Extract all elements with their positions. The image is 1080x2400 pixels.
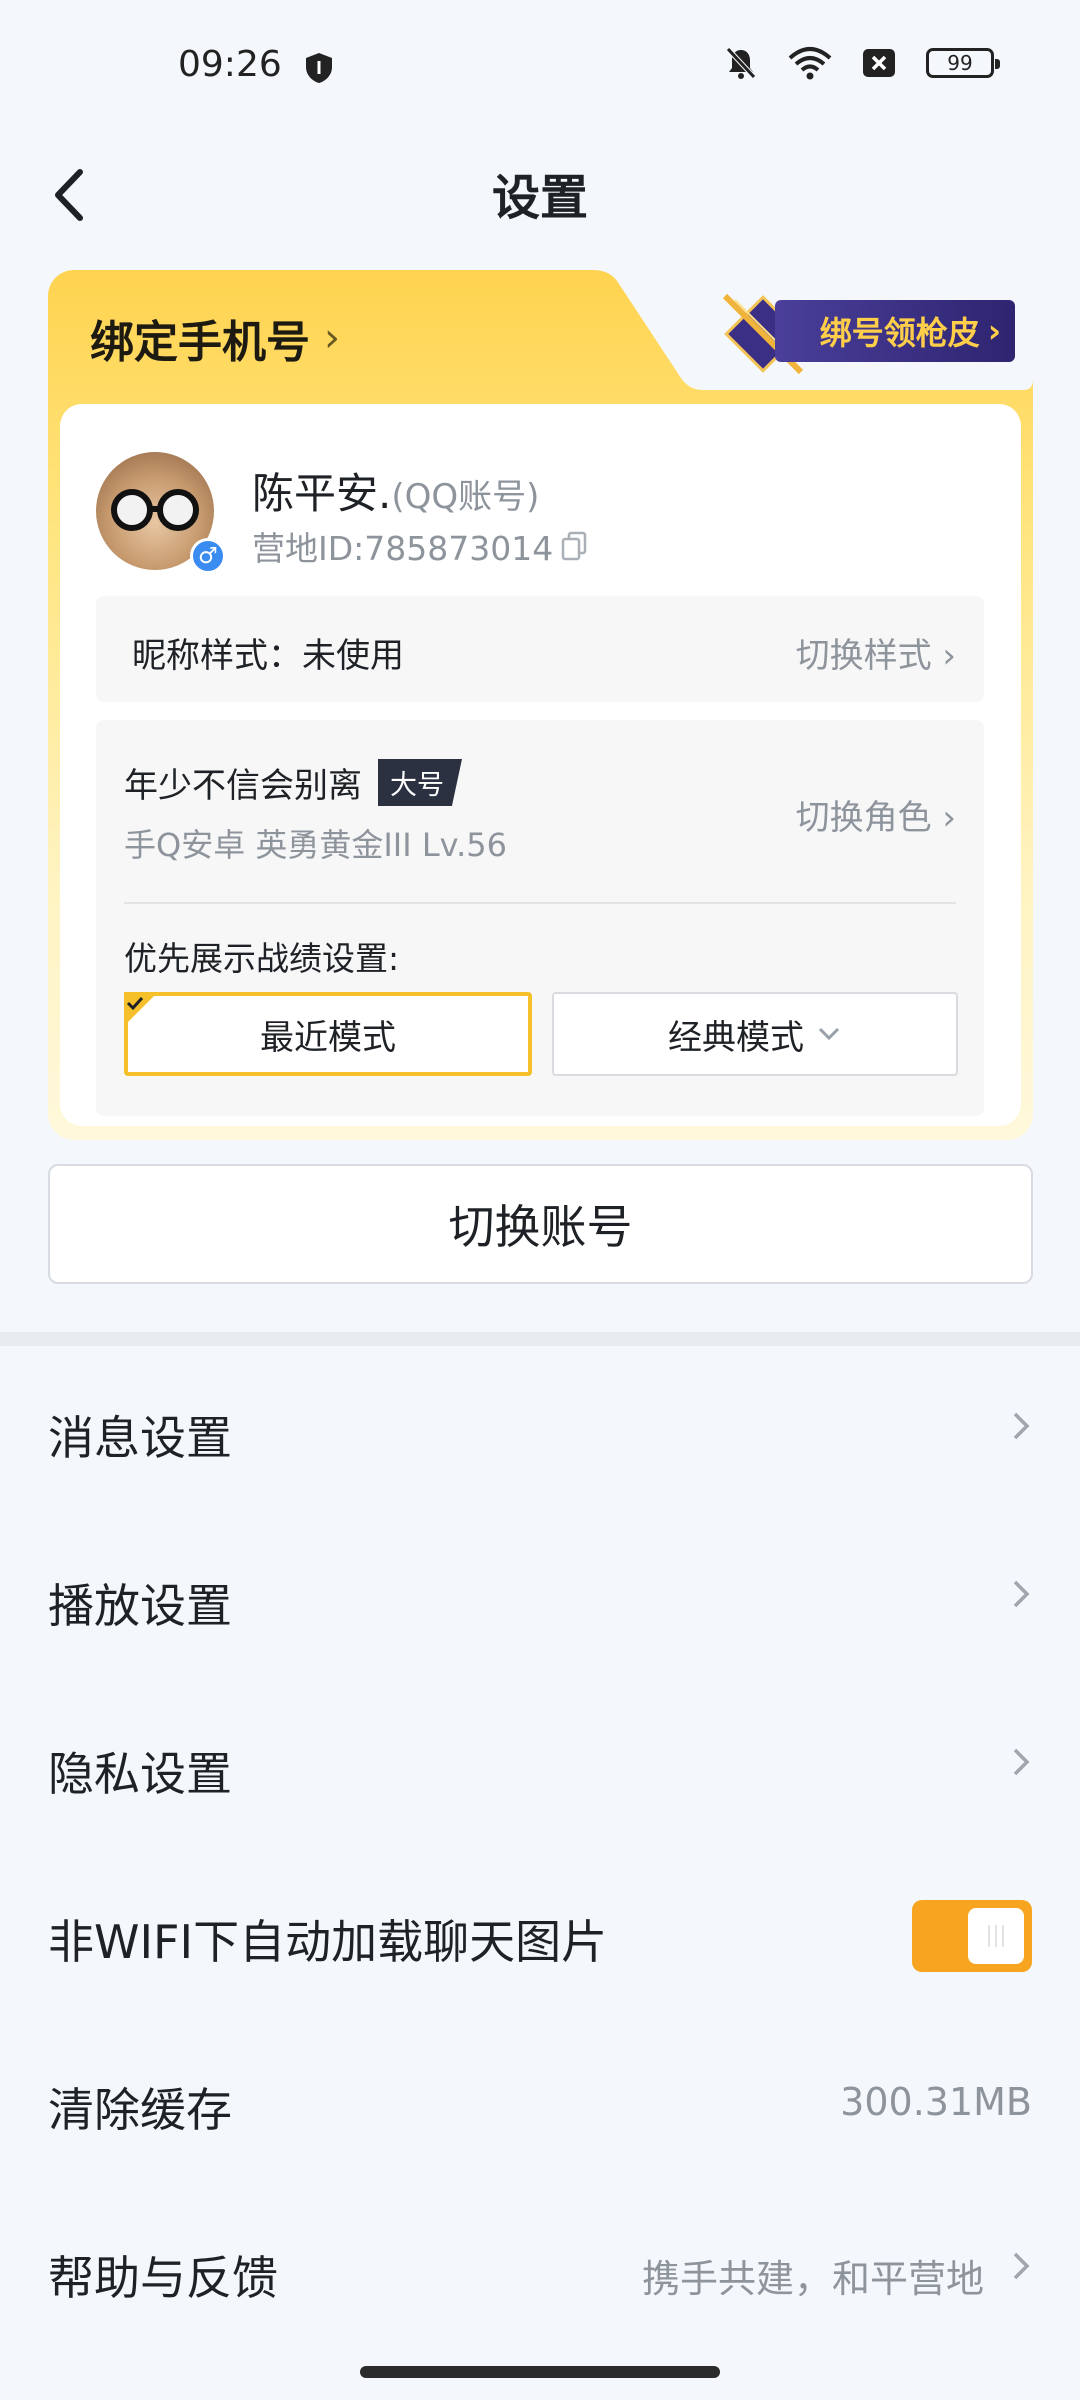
copy-icon[interactable] (561, 531, 587, 561)
nickname-style-row[interactable]: 昵称样式：未使用 切换样式 › (96, 596, 984, 702)
switch-account-button[interactable]: 切换账号 (48, 1164, 1033, 1284)
help-feedback-slogan: 携手共建，和平营地 (641, 2257, 984, 2301)
bind-phone-link[interactable]: 绑定手机号 › (90, 306, 340, 370)
account-card-body: ♂ 陈平安.(QQ账号) 营地ID:785873014 昵称样式：未使用 切换样… (60, 404, 1021, 1126)
shield-icon (306, 53, 332, 83)
gender-male-icon: ♂ (190, 538, 226, 574)
status-time: 09:26 (178, 44, 282, 85)
bind-phone-chevron-icon: › (324, 315, 340, 361)
section-divider (0, 1332, 1080, 1346)
switch-style-link[interactable]: 切换样式 › (796, 628, 956, 677)
account-card: 绑定手机号 › 绑号领枪皮 › ♂ 陈平安.(QQ账号) 营地ID:785873… (48, 270, 1033, 1140)
role-name-line: 年少不信会别离 大号 (124, 758, 462, 807)
sim-x-icon (863, 49, 895, 77)
battery-icon: 99 (926, 48, 1000, 78)
bind-phone-label: 绑定手机号 (90, 317, 310, 368)
help-feedback-label: 帮助与反馈 (48, 2251, 278, 2305)
clear-cache-label: 清除缓存 (48, 2083, 232, 2137)
user-name-line: 陈平安.(QQ账号) (252, 460, 539, 521)
main-account-badge: 大号 (378, 759, 462, 806)
chevron-right-icon (1013, 1412, 1030, 1440)
toggle-knob (968, 1908, 1024, 1964)
bell-off-icon (726, 47, 756, 79)
cache-size: 300.31MB (840, 2080, 1032, 2124)
playback-settings-label: 播放设置 (48, 1579, 232, 1633)
chevron-down-icon (818, 1027, 840, 1041)
account-type: (QQ账号) (391, 477, 540, 517)
chevron-right-icon (1013, 1580, 1030, 1608)
header: 设置 (0, 140, 1080, 250)
settings-row-message[interactable]: 消息设置 (0, 1346, 1080, 1514)
role-panel: 年少不信会别离 大号 手Q安卓 英勇黄金III Lv.56 切换角色 › 优先展… (96, 720, 984, 1116)
message-settings-label: 消息设置 (48, 1411, 232, 1465)
settings-row-privacy[interactable]: 隐私设置 (0, 1682, 1080, 1850)
nickname-style-label: 昵称样式：未使用 (132, 636, 404, 676)
promo-label: 绑号领枪皮 (819, 314, 980, 352)
promo-bind-reward-button[interactable]: 绑号领枪皮 › (775, 300, 1015, 362)
chevron-right-icon (1013, 2252, 1030, 2280)
chevron-right-icon (1013, 1748, 1030, 1776)
home-indicator[interactable] (360, 2366, 720, 2378)
settings-list: 消息设置 播放设置 隐私设置 非WIFI下自动加载聊天图片 清除缓存 300.3… (0, 1346, 1080, 2354)
recent-mode-button[interactable]: 最近模式 (124, 992, 532, 1076)
selected-check-icon (124, 992, 158, 1026)
promo-chevron-icon: › (987, 312, 1001, 350)
settings-row-help-feedback[interactable]: 帮助与反馈 携手共建，和平营地 (0, 2186, 1080, 2354)
page-title: 设置 (491, 170, 588, 226)
user-name: 陈平安. (252, 469, 392, 518)
status-bar: 09:26 99 (0, 0, 1080, 140)
record-preference-label: 优先展示战绩设置: (124, 939, 400, 978)
auto-load-images-label: 非WIFI下自动加载聊天图片 (48, 1915, 608, 1969)
settings-row-auto-load-images: 非WIFI下自动加载聊天图片 (0, 1850, 1080, 2018)
divider (124, 902, 956, 904)
classic-mode-label: 经典模式 (668, 1017, 804, 1058)
recent-mode-label: 最近模式 (260, 1017, 396, 1058)
auto-load-images-toggle[interactable] (912, 1900, 1032, 1972)
camp-id-line: 营地ID:785873014 (252, 522, 587, 570)
battery-level: 99 (947, 51, 973, 75)
role-details: 手Q安卓 英勇黄金III Lv.56 (124, 826, 508, 864)
classic-mode-dropdown[interactable]: 经典模式 (552, 992, 958, 1076)
goggles-decoration (111, 489, 199, 531)
privacy-settings-label: 隐私设置 (48, 1747, 232, 1801)
wifi-icon (788, 47, 832, 80)
settings-row-playback[interactable]: 播放设置 (0, 1514, 1080, 1682)
camp-id: 营地ID:785873014 (252, 529, 554, 568)
role-name: 年少不信会别离 (124, 766, 362, 806)
settings-row-clear-cache[interactable]: 清除缓存 300.31MB (0, 2018, 1080, 2186)
switch-role-link[interactable]: 切换角色 › (796, 790, 956, 839)
